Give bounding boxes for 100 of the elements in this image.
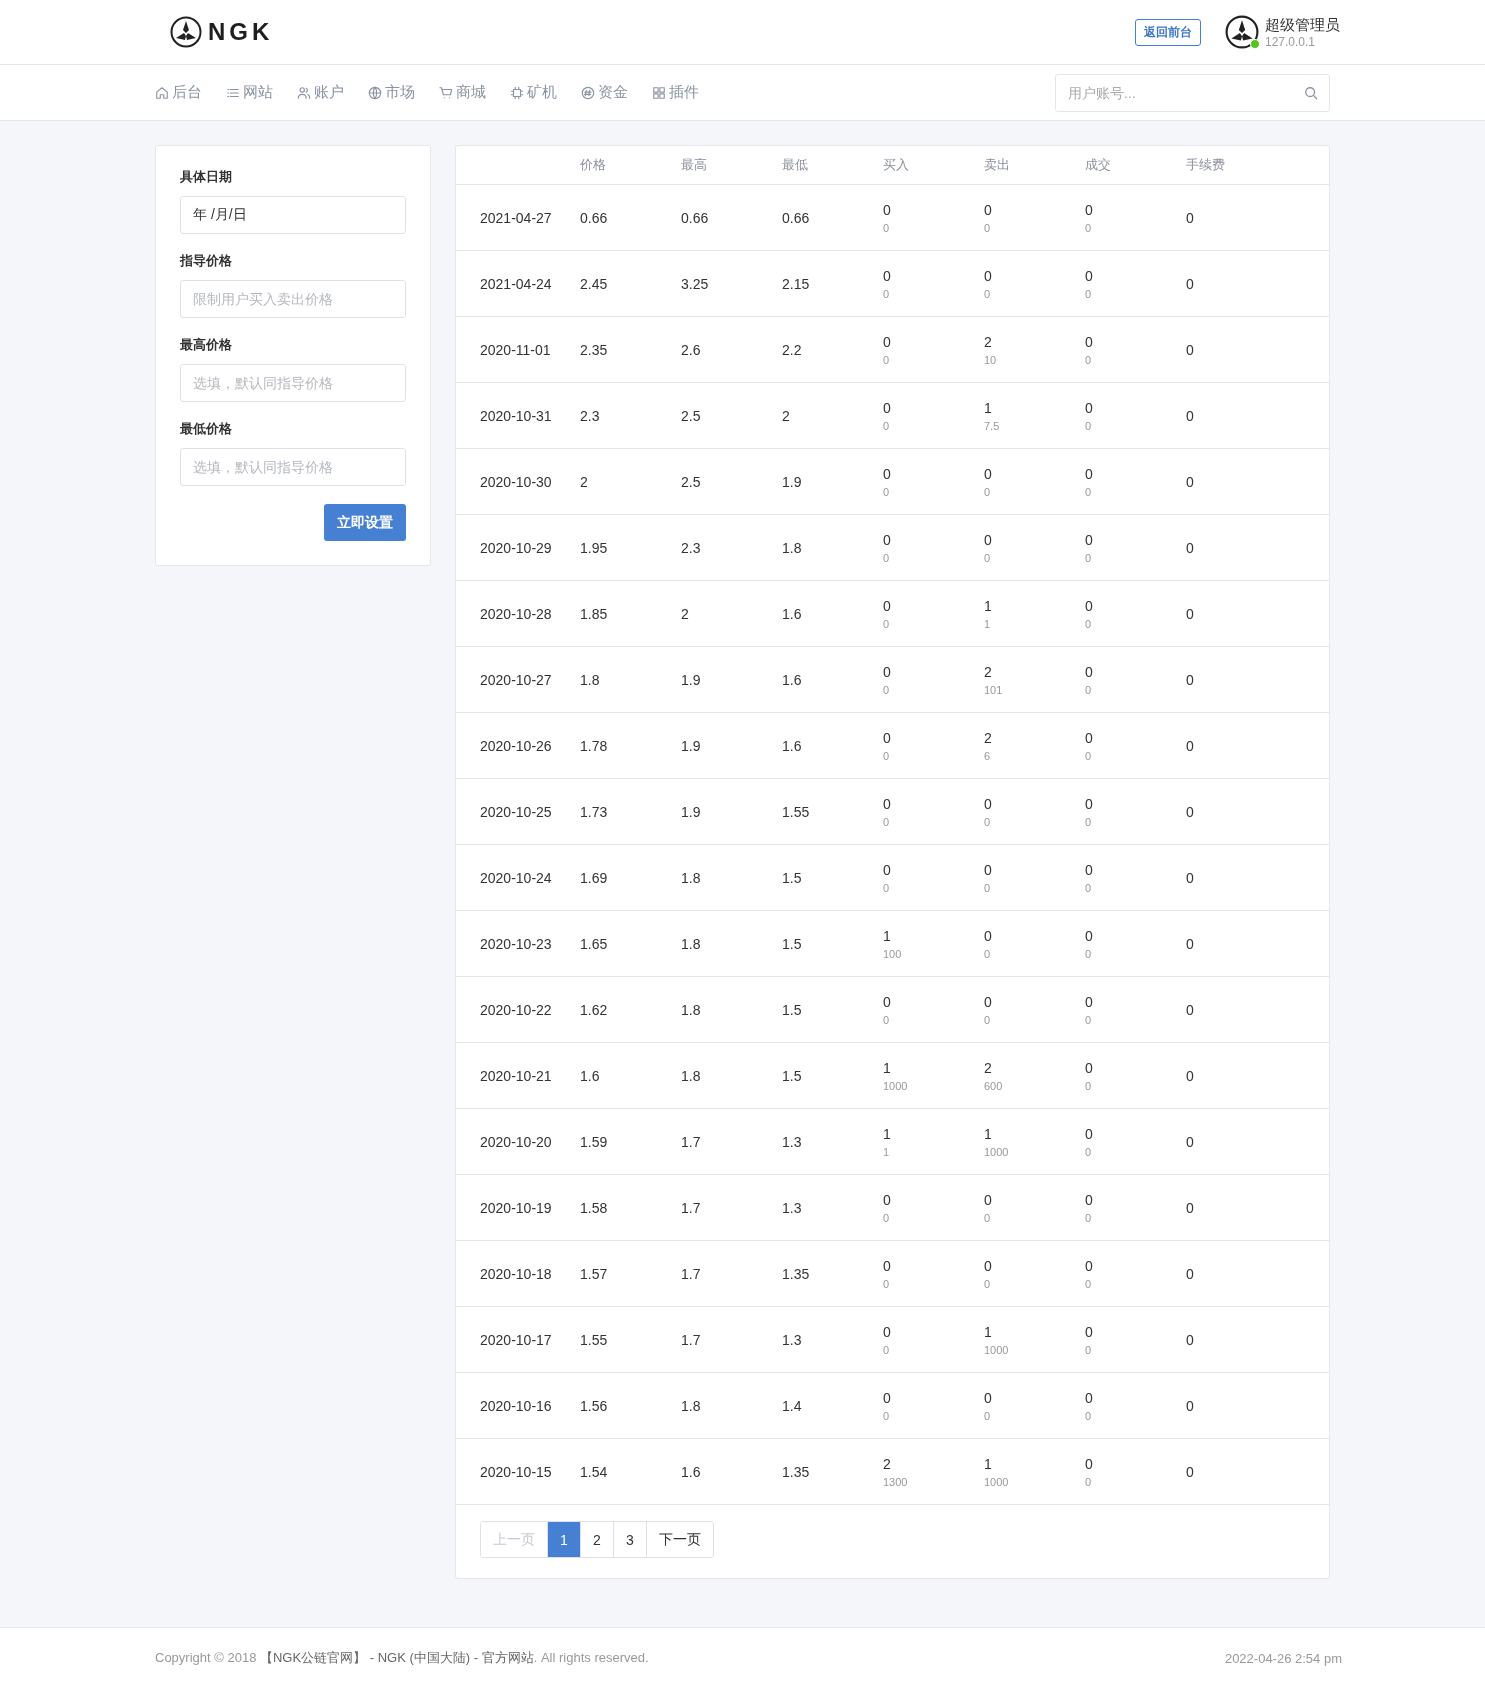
copyright-text: Copyright © 2018 【NGK公链官网】 - NGK (中国大陆) - 官方网站. All rights reserved. (155, 1649, 649, 1667)
input-field[interactable]: 限制用户买入卖出价格 (180, 280, 406, 318)
next-page-button[interactable]: 下一页 (646, 1522, 713, 1557)
nav-item[interactable]: 网站 (226, 83, 273, 102)
table-cell: 0 (1085, 1475, 1092, 1488)
table-cell-text: 0 (1186, 935, 1195, 952)
table-cell: 0 (1085, 597, 1093, 614)
table-cell: 2 (984, 729, 992, 746)
input-field[interactable]: 年 /月/日 (180, 196, 406, 234)
table-cell-text: 2 (782, 407, 791, 424)
table-cell-text: 2 (681, 605, 690, 622)
table-cell: 0 (883, 683, 890, 696)
table-cell: 0 (984, 881, 991, 894)
table-cell: 0 (1085, 551, 1092, 564)
table-cell: 0 (1085, 1343, 1092, 1356)
cart-icon (439, 85, 453, 100)
logo-icon (170, 16, 202, 48)
table-cell: 0 (1085, 353, 1092, 366)
user-name: 超级管理员 (1265, 15, 1340, 35)
table-cell: 0 (984, 201, 992, 218)
nav-item[interactable]: 后台 (155, 83, 202, 102)
table-cell: 1000 (984, 1145, 1009, 1158)
table-cell-text: 1.5 (782, 935, 803, 952)
table-cell: 0 (1085, 221, 1092, 234)
table-cell-text: 2020-10-22 (479, 1001, 553, 1018)
table-cell: 0 (883, 353, 890, 366)
back-to-frontend-button[interactable]: 返回前台 (1135, 18, 1201, 46)
table-cell-text: 1.56 (580, 1397, 609, 1414)
table-cell: 1 (883, 1145, 890, 1158)
input-field[interactable]: 选填，默认同指导价格 (180, 364, 406, 402)
table-cell: 0 (1085, 1013, 1092, 1026)
table-cell-text: 1.59 (580, 1133, 609, 1150)
nav-item[interactable]: 账户 (297, 83, 344, 102)
table-cell: 1000 (883, 1079, 908, 1092)
table-cell: 0 (1085, 1059, 1093, 1076)
table-cell-text: 3.25 (681, 275, 710, 292)
table-cell-text: 1.65 (580, 935, 609, 952)
table-cell-text: 2020-10-30 (479, 473, 553, 490)
table-cell-text: 0 (1186, 869, 1195, 886)
table-cell: 2 (984, 663, 992, 680)
search-icon[interactable] (1304, 85, 1318, 100)
page-button[interactable]: 1 (547, 1522, 580, 1557)
table-cell: 0 (883, 287, 890, 300)
table-cell: 600 (984, 1079, 1003, 1092)
nav-item[interactable]: 资金 (581, 83, 628, 102)
table-cell: 0 (883, 729, 891, 746)
user-ip: 127.0.0.1 (1265, 34, 1317, 49)
table-cell: 0 (883, 795, 891, 812)
table-cell: 0 (984, 531, 992, 548)
table-cell-text: 1.7 (681, 1199, 702, 1216)
table-cell-text: 0 (1186, 209, 1195, 226)
table-cell-text: 0 (1186, 275, 1195, 292)
table-cell: 0 (984, 221, 991, 234)
table-cell: 0 (1085, 1323, 1093, 1340)
search-field[interactable]: 用户账号... (1055, 73, 1330, 112)
table-cell: 0 (984, 861, 992, 878)
nav-item[interactable]: 插件 (652, 83, 699, 102)
table-cell: 1 (883, 927, 891, 944)
table-cell-text: 2020-10-25 (479, 803, 553, 820)
table-cell: 0 (984, 1277, 991, 1290)
table-cell-text: 2020-10-28 (479, 605, 553, 622)
table-cell: 0 (1085, 399, 1093, 416)
table-cell-text: 1.6 (580, 1067, 601, 1084)
submit-button[interactable]: 立即设置 (324, 504, 406, 541)
table-cell: 0 (883, 1323, 891, 1340)
table-cell: 6 (984, 749, 991, 762)
table-cell: 0 (1085, 1145, 1092, 1158)
nav-item[interactable]: 商城 (439, 83, 486, 102)
table-cell-text: 1.58 (580, 1199, 609, 1216)
table-cell: 0 (883, 267, 891, 284)
avatar-icon[interactable] (1225, 15, 1259, 49)
table-cell: 0 (883, 993, 891, 1010)
table-cell: 2 (883, 1455, 891, 1472)
table-cell: 0 (883, 201, 891, 218)
table-cell-text: 0 (1186, 1331, 1195, 1348)
nav-item[interactable]: 市场 (368, 83, 415, 102)
table-cell: 0 (1085, 419, 1092, 432)
table-cell: 1 (984, 1125, 992, 1142)
nav-item[interactable]: 矿机 (510, 83, 557, 102)
table-cell-text: 1.4 (782, 1397, 803, 1414)
table-cell-text: 0 (1186, 1001, 1195, 1018)
footer-link[interactable]: 【NGK公链官网】 - NGK (中国大陆) - 官方网站 (260, 1650, 534, 1665)
table-cell: 0 (1085, 663, 1093, 680)
table-cell-text: 0 (1186, 1199, 1195, 1216)
table-cell: 0 (984, 795, 992, 812)
table-cell-text: 2020-10-23 (479, 935, 553, 952)
table-cell: 0 (883, 1191, 891, 1208)
table-cell: 0 (883, 333, 891, 350)
table-cell: 0 (984, 465, 992, 482)
table-cell-text: 1.6 (782, 737, 803, 754)
input-field[interactable]: 选填，默认同指导价格 (180, 448, 406, 486)
table-cell-text: 1.7 (681, 1331, 702, 1348)
table-cell-text: 1.6 (681, 1463, 702, 1480)
table-cell: 1000 (984, 1343, 1009, 1356)
table-cell-text: 2020-10-17 (479, 1331, 553, 1348)
table-cell-text: 1.9 (782, 473, 803, 490)
table-cell-text: 1.35 (782, 1463, 811, 1480)
column-header: 最高 (681, 156, 708, 174)
table-cell-text: 1.69 (580, 869, 609, 886)
table-cell: 1 (883, 1059, 891, 1076)
